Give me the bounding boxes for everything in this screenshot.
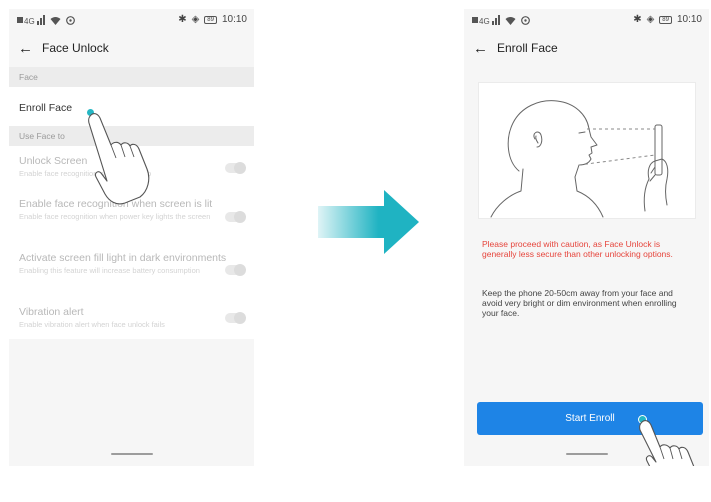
page-title: Enroll Face [497,41,558,55]
face-unlock-screen: 4G ✱ ◈ 89 10:10 ← Face Unlock Face Enrol… [9,9,254,466]
bluetooth-icon: ✱ [178,14,187,25]
face-enroll-illustration [478,82,696,219]
fill-light-toggle[interactable] [225,264,246,276]
tap-hand-icon [639,420,695,466]
instruction-text: Keep the phone 20-50cm away from your fa… [482,288,677,318]
vpn-icon [66,15,75,25]
status-time: 10:10 [676,14,702,25]
app-bar: ← Enroll Face [464,36,709,60]
section-header-face: Face [9,67,254,87]
setting-row-vibration-alert: Vibration alert Enable vibration alert w… [9,297,254,339]
page-title: Face Unlock [42,41,109,55]
battery-icon: 89 [204,16,217,24]
vpn-icon [521,15,530,25]
wifi-icon [50,16,61,25]
setting-row-fill-light: Activate screen fill light in dark envir… [9,243,254,297]
enroll-face-screen: 4G ✱ ◈ 89 10:10 ← Enroll Face Please pro… [464,9,709,466]
setting-subtitle: Enable face recognition when power key l… [19,212,211,221]
svg-text:4G: 4G [24,17,35,25]
unlock-screen-toggle[interactable] [225,162,246,174]
setting-subtitle: Enabling this feature will increase batt… [19,266,200,275]
status-bar: 4G ✱ ◈ 89 10:10 [9,9,254,31]
setting-title: Activate screen fill light in dark envir… [19,252,227,264]
right-arrow-icon [318,190,419,254]
back-arrow-icon[interactable]: ← [473,40,491,57]
back-arrow-icon[interactable]: ← [18,40,36,57]
nav-gesture-bar[interactable] [565,453,608,455]
alarm-icon: ◈ [191,14,200,25]
screen-lit-toggle[interactable] [225,211,246,223]
alarm-icon: ◈ [646,14,655,25]
wifi-icon [505,16,516,25]
setting-title: Vibration alert [19,306,84,318]
status-time: 10:10 [221,14,247,25]
setting-subtitle: Enable vibration alert when face unlock … [19,320,165,329]
svg-text:4G: 4G [479,17,490,25]
battery-icon: 89 [659,16,672,24]
status-bar: 4G ✱ ◈ 89 10:10 [464,9,709,31]
app-bar: ← Face Unlock [9,36,254,60]
bluetooth-icon: ✱ [633,14,642,25]
vibration-alert-toggle[interactable] [225,312,246,324]
caution-text: Please proceed with caution, as Face Unl… [482,239,673,259]
tap-hand-icon [88,113,150,205]
signal-icon: 4G [17,15,45,25]
nav-gesture-bar[interactable] [110,453,153,455]
signal-icon: 4G [472,15,500,25]
head-and-phone-illustration [490,100,669,218]
